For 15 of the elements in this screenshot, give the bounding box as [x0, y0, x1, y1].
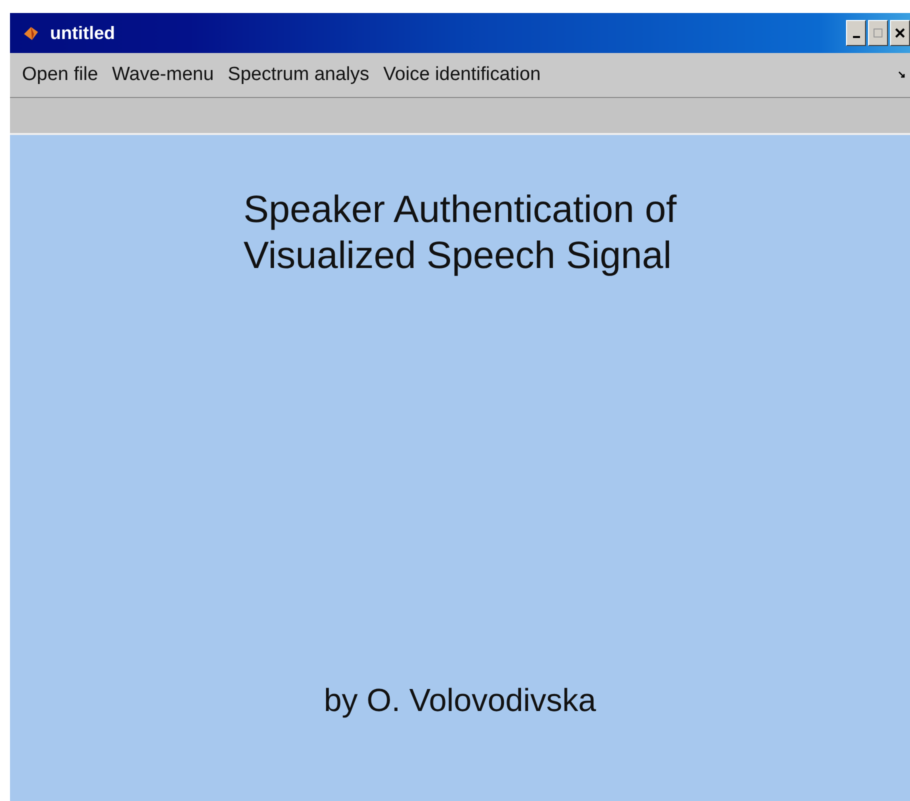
author-text: by O. Volovodivska [324, 682, 596, 719]
app-icon [22, 24, 40, 42]
maximize-button[interactable] [868, 20, 888, 46]
menu-item[interactable]: Spectrum analys [228, 64, 370, 86]
close-button[interactable] [890, 20, 910, 46]
heading: Speaker Authentication of Visualized Speech Signal [243, 188, 677, 279]
minimize-button[interactable] [846, 20, 866, 46]
dock-arrow-icon[interactable] [898, 71, 906, 79]
minimize-icon [852, 36, 860, 38]
maximize-icon [873, 28, 883, 38]
window-title: untitled [50, 22, 115, 44]
menu-item[interactable]: Wave-menu [112, 64, 214, 86]
close-icon [895, 28, 905, 38]
menu-item[interactable]: Open file [22, 64, 98, 86]
menu-item[interactable]: Voice identification [383, 64, 541, 86]
